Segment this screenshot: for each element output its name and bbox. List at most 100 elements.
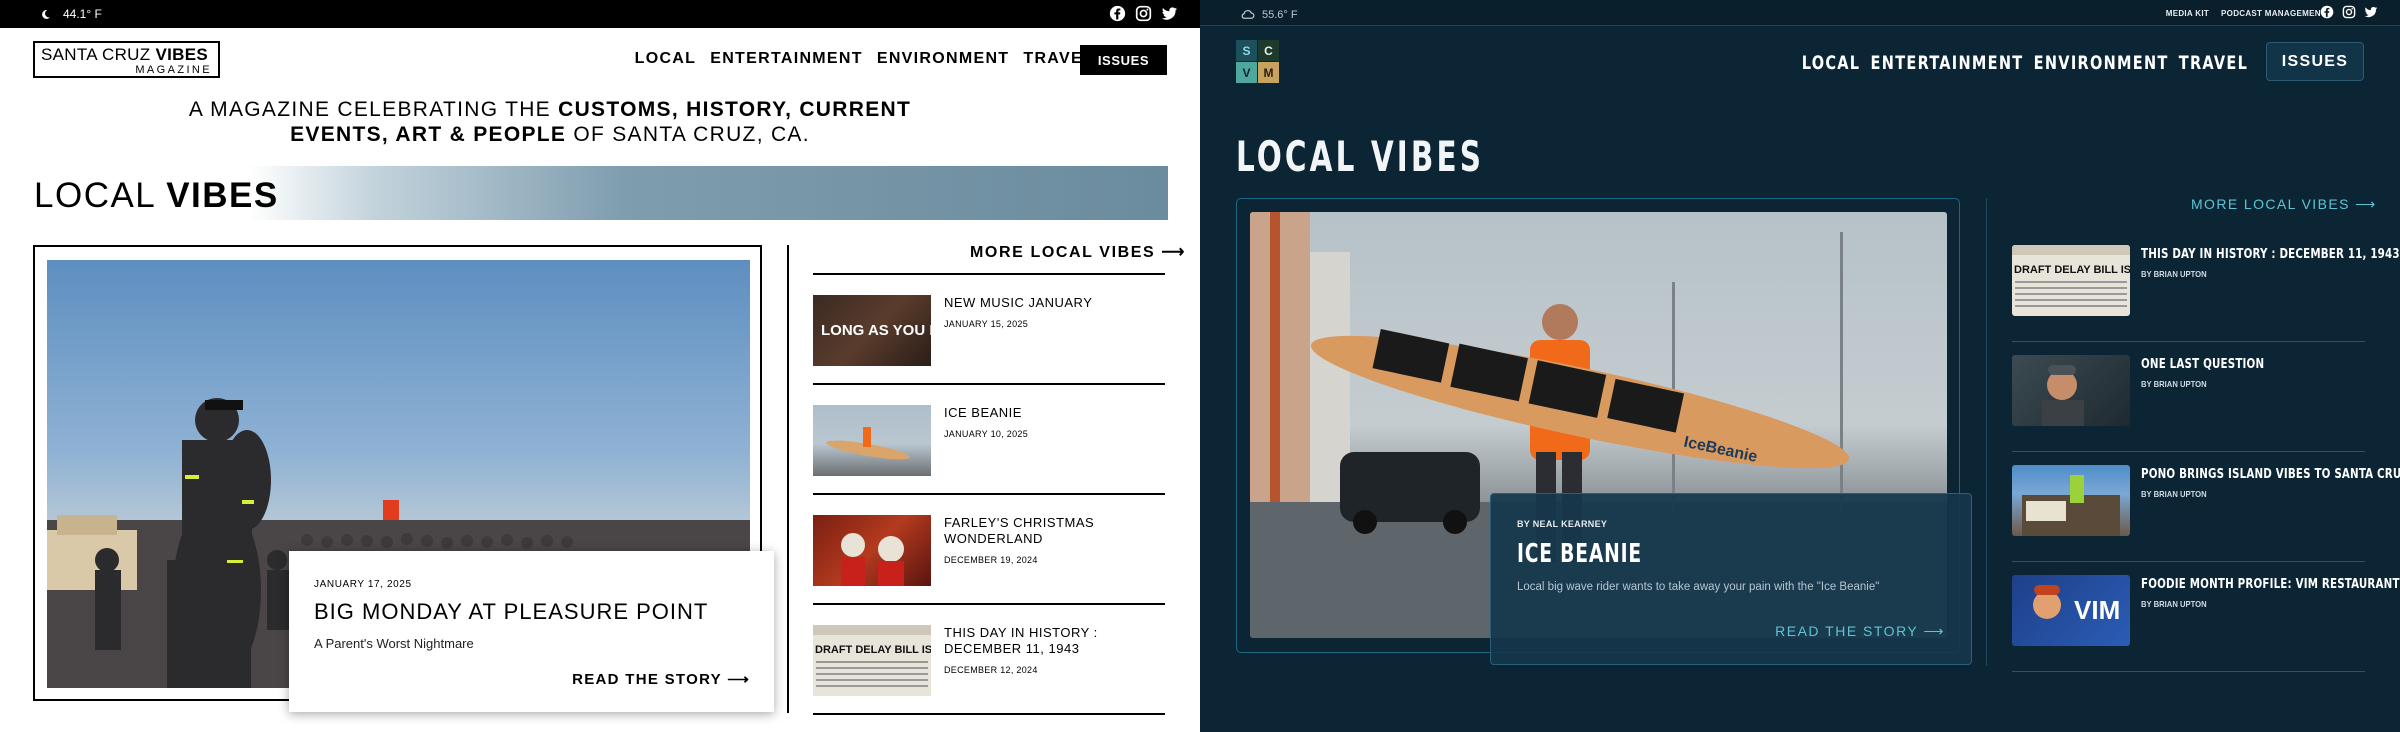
list-item-date: DECEMBER 12, 2024 <box>944 665 1038 675</box>
story-subtitle: A Parent's Worst Nightmare <box>314 636 474 651</box>
cloud-icon <box>1241 10 1255 19</box>
more-local-vibes-label: MORE LOCAL VIBES <box>2191 196 2350 212</box>
thumbnail-graphic <box>841 533 904 586</box>
list-item-byline: BY BRIAN UPTON <box>2141 489 2207 499</box>
list-item-date: DECEMBER 19, 2024 <box>944 555 1038 565</box>
section-title: LOCAL VIBES <box>34 176 279 216</box>
more-local-vibes-link[interactable]: MORE LOCAL VIBES ⟶ <box>970 242 1186 262</box>
list-item[interactable]: LONG AS YOU LIKE NEW MUSIC JANUARYJANUAR… <box>813 275 1173 385</box>
list-item-title[interactable]: THIS DAY IN HISTORY : DECEMBER 11, 1943 <box>2141 247 2400 263</box>
nav-local[interactable]: LOCAL <box>635 50 697 68</box>
social-links <box>1109 5 1178 22</box>
read-story-label: READ THE STORY <box>1775 623 1919 639</box>
story-thumbnail[interactable] <box>2012 355 2130 426</box>
main-nav: LOCAL ENTERTAINMENT ENVIRONMENT TRAVEL <box>635 50 1094 68</box>
nav-travel[interactable]: TRAVEL <box>2179 52 2248 74</box>
read-story-link[interactable]: READ THE STORY ⟶ <box>572 670 750 688</box>
tagline-part2: OF SANTA CRUZ, CA. <box>566 123 810 146</box>
arrow-right-icon: ⟶ <box>1923 623 1945 639</box>
list-item[interactable]: ONE LAST QUESTION BY BRIAN UPTON <box>2012 342 2365 452</box>
featured-story-card[interactable]: JANUARY 17, 2025 BIG MONDAY AT PLEASURE … <box>289 551 774 712</box>
podcast-management-link[interactable]: PODCAST MANAGEMENT <box>2221 9 2326 18</box>
story-thumbnail[interactable] <box>2012 465 2130 536</box>
logo-letter-v: V <box>1236 62 1257 83</box>
site-logo[interactable]: SANTA CRUZ VIBES MAGAZINE <box>33 41 220 78</box>
issues-button[interactable]: ISSUES <box>1080 45 1167 75</box>
thumbnail-graphic <box>826 427 910 460</box>
more-local-vibes-link[interactable]: MORE LOCAL VIBES ⟶ <box>2191 196 2377 213</box>
instagram-icon[interactable] <box>2342 5 2356 19</box>
facebook-icon[interactable] <box>2320 5 2334 19</box>
nav-local[interactable]: LOCAL <box>1802 52 1861 74</box>
logo-letter-s: S <box>1236 40 1257 61</box>
top-bar: 44.1° F <box>0 0 1200 28</box>
weather-widget: 44.1° F <box>40 7 102 21</box>
story-subtitle: Local big wave rider wants to take away … <box>1517 581 1880 593</box>
list-item[interactable]: ICE BEANIE JANUARY 10, 2025 <box>813 385 1173 495</box>
twitter-icon[interactable] <box>2364 5 2378 19</box>
main-nav: LOCAL ENTERTAINMENT ENVIRONMENT TRAVEL <box>1802 52 2248 74</box>
arrow-right-icon: ⟶ <box>727 671 750 688</box>
arrow-right-icon: ⟶ <box>2355 196 2377 212</box>
list-item-title[interactable]: PONO BRINGS ISLAND VIBES TO SANTA CRUZ <box>2141 467 2400 483</box>
media-kit-link[interactable]: MEDIA KIT <box>2166 9 2209 18</box>
thumbnail-graphic: DRAFT DELAY BILL IS SI <box>2012 245 2130 307</box>
list-item[interactable]: DRAFT DELAY BILL IS SI THIS DAY IN HISTO… <box>2012 232 2400 342</box>
list-item-byline: BY BRIAN UPTON <box>2141 599 2207 609</box>
arrow-right-icon: ⟶ <box>1161 244 1186 261</box>
moon-icon <box>42 9 50 19</box>
story-thumbnail[interactable]: DRAFT DELAY BILL IS SI <box>2012 245 2130 316</box>
instagram-icon[interactable] <box>1135 5 1152 22</box>
thumbnail-graphic <box>2042 365 2084 426</box>
story-thumbnail[interactable]: VIM <box>2012 575 2130 646</box>
featured-story-card[interactable]: BY NEAL KEARNEY ICE BEANIE Local big wav… <box>1490 493 1972 665</box>
issues-button[interactable]: ISSUES <box>2266 42 2364 81</box>
logo-text-bold: VIBES <box>155 45 208 64</box>
tagline-part1: A MAGAZINE CELEBRATING THE <box>188 98 559 121</box>
list-item-byline: BY BRIAN UPTON <box>2141 269 2207 279</box>
section-title: LOCAL VIBES <box>1236 132 1485 181</box>
temperature: 55.6° F <box>1262 8 1298 21</box>
list-item-title[interactable]: FOODIE MONTH PROFILE: VIM RESTAURANT <box>2141 577 2399 593</box>
story-thumbnail[interactable] <box>813 515 931 586</box>
facebook-icon[interactable] <box>1109 5 1126 22</box>
story-thumbnail[interactable] <box>813 405 931 476</box>
top-bar: 55.6° F MEDIA KIT PODCAST MANAGEMENT <box>1200 0 2400 26</box>
thumbnail-graphic: LONG AS YOU LIKE <box>821 322 931 339</box>
list-item-title[interactable]: ICE BEANIE <box>944 405 1179 421</box>
thumbnail-graphic: DRAFT DELAY BILL IS SI <box>813 625 931 687</box>
story-headline[interactable]: ICE BEANIE <box>1517 539 1859 569</box>
thumb-text: DRAFT DELAY BILL IS SI <box>2014 264 2130 276</box>
read-story-link[interactable]: READ THE STORY ⟶ <box>1775 623 1945 640</box>
list-item-date: JANUARY 15, 2025 <box>944 319 1029 329</box>
list-item-title[interactable]: NEW MUSIC JANUARY <box>944 295 1179 311</box>
story-thumbnail[interactable]: DRAFT DELAY BILL IS SI <box>813 625 931 696</box>
nav-environment[interactable]: ENVIRONMENT <box>2034 52 2169 74</box>
thumb-text: LONG AS YOU LIKE <box>821 322 931 339</box>
list-item[interactable]: DRAFT DELAY BILL IS SI THIS DAY IN HISTO… <box>813 605 1173 715</box>
story-headline[interactable]: BIG MONDAY AT PLEASURE POINT <box>314 599 749 625</box>
nav-entertainment[interactable]: ENTERTAINMENT <box>1870 52 2023 74</box>
site-logo[interactable]: S C V M <box>1236 40 1279 83</box>
column-divider <box>787 245 789 713</box>
nav-environment[interactable]: ENVIRONMENT <box>877 50 1010 68</box>
list-item[interactable]: PONO BRINGS ISLAND VIBES TO SANTA CRUZ B… <box>2012 452 2400 562</box>
list-item-title[interactable]: ONE LAST QUESTION <box>2141 357 2343 373</box>
story-thumbnail[interactable]: LONG AS YOU LIKE <box>813 295 931 366</box>
list-item-title[interactable]: FARLEY'S CHRISTMAS WONDERLAND <box>944 515 1179 547</box>
weather-widget: 55.6° F <box>1240 7 1298 22</box>
thumb-text: VIM <box>2074 595 2120 625</box>
story-date: JANUARY 17, 2025 <box>314 579 412 590</box>
list-item[interactable]: VIM FOODIE MONTH PROFILE: VIM RESTAURANT… <box>2012 562 2399 672</box>
list-item-title[interactable]: THIS DAY IN HISTORY : DECEMBER 11, 1943 <box>944 625 1179 657</box>
nav-entertainment[interactable]: ENTERTAINMENT <box>710 50 863 68</box>
list-item[interactable]: FARLEY'S CHRISTMAS WONDERLAND DECEMBER 19… <box>813 495 1173 605</box>
read-story-label: READ THE STORY <box>572 671 722 688</box>
thumbnail-graphic <box>2022 475 2120 536</box>
utility-links: MEDIA KIT PODCAST MANAGEMENT <box>2166 9 2326 18</box>
column-divider <box>1986 198 1987 666</box>
section-header-band: LOCAL VIBES <box>33 166 1168 220</box>
tagline: A MAGAZINE CELEBRATING THE CUSTOMS, HIST… <box>150 97 950 147</box>
thumb-text: DRAFT DELAY BILL IS SI <box>815 644 931 656</box>
twitter-icon[interactable] <box>1161 5 1178 22</box>
